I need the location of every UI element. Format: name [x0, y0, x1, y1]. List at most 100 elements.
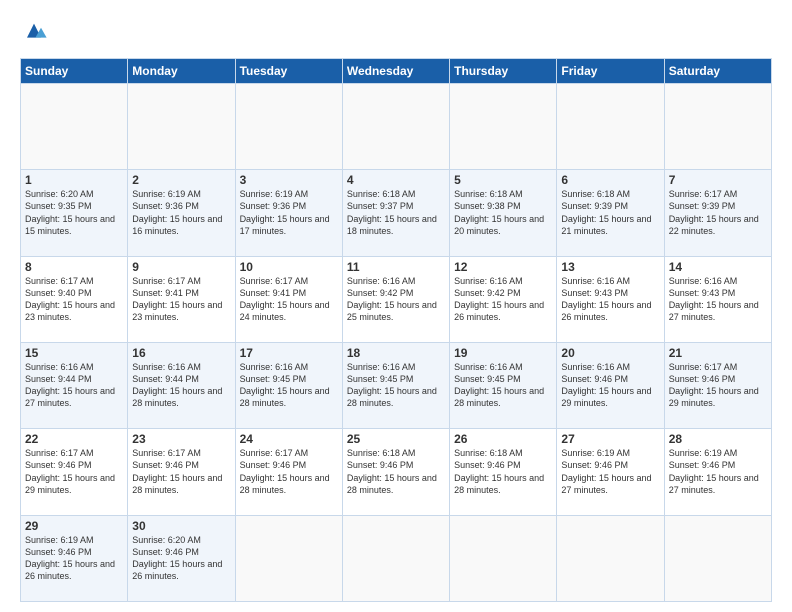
- calendar-cell: 18 Sunrise: 6:16 AMSunset: 9:45 PMDayligh…: [342, 342, 449, 428]
- cell-info: Sunrise: 6:17 AMSunset: 9:46 PMDaylight:…: [669, 362, 759, 408]
- calendar-cell: 20 Sunrise: 6:16 AMSunset: 9:46 PMDayligh…: [557, 342, 664, 428]
- calendar-cell: 22 Sunrise: 6:17 AMSunset: 9:46 PMDayligh…: [21, 429, 128, 515]
- calendar-week-row: [21, 84, 772, 170]
- day-number: 15: [25, 346, 123, 360]
- day-number: 12: [454, 260, 552, 274]
- calendar-cell: [342, 84, 449, 170]
- day-number: 11: [347, 260, 445, 274]
- calendar-cell: 13Sunrise: 6:16 AMSunset: 9:43 PMDayligh…: [557, 256, 664, 342]
- cell-info: Sunrise: 6:19 AMSunset: 9:46 PMDaylight:…: [561, 448, 651, 494]
- day-number: 27: [561, 432, 659, 446]
- calendar-cell: 1 Sunrise: 6:20 AMSunset: 9:35 PMDaylight…: [21, 170, 128, 256]
- day-number: 16: [132, 346, 230, 360]
- cell-info: Sunrise: 6:16 AMSunset: 9:45 PMDaylight:…: [347, 362, 437, 408]
- cell-info: Sunrise: 6:20 AMSunset: 9:35 PMDaylight:…: [25, 189, 115, 235]
- calendar-header-row: SundayMondayTuesdayWednesdayThursdayFrid…: [21, 59, 772, 84]
- cell-info: Sunrise: 6:16 AMSunset: 9:46 PMDaylight:…: [561, 362, 651, 408]
- cell-info: Sunrise: 6:18 AMSunset: 9:38 PMDaylight:…: [454, 189, 544, 235]
- day-number: 24: [240, 432, 338, 446]
- calendar-cell: 3 Sunrise: 6:19 AMSunset: 9:36 PMDaylight…: [235, 170, 342, 256]
- calendar-cell: [557, 84, 664, 170]
- calendar-cell: 17 Sunrise: 6:16 AMSunset: 9:45 PMDayligh…: [235, 342, 342, 428]
- calendar-cell: 27 Sunrise: 6:19 AMSunset: 9:46 PMDayligh…: [557, 429, 664, 515]
- day-number: 23: [132, 432, 230, 446]
- cell-info: Sunrise: 6:20 AMSunset: 9:46 PMDaylight:…: [132, 535, 222, 581]
- cell-info: Sunrise: 6:16 AMSunset: 9:42 PMDaylight:…: [347, 276, 437, 322]
- day-number: 2: [132, 173, 230, 187]
- day-number: 29: [25, 519, 123, 533]
- calendar-week-row: 22 Sunrise: 6:17 AMSunset: 9:46 PMDayligh…: [21, 429, 772, 515]
- cell-info: Sunrise: 6:17 AMSunset: 9:46 PMDaylight:…: [132, 448, 222, 494]
- calendar-cell: [450, 84, 557, 170]
- calendar-week-row: 8Sunrise: 6:17 AMSunset: 9:40 PMDaylight…: [21, 256, 772, 342]
- day-number: 18: [347, 346, 445, 360]
- col-header-monday: Monday: [128, 59, 235, 84]
- cell-info: Sunrise: 6:18 AMSunset: 9:37 PMDaylight:…: [347, 189, 437, 235]
- cell-info: Sunrise: 6:17 AMSunset: 9:46 PMDaylight:…: [240, 448, 330, 494]
- calendar-cell: 6Sunrise: 6:18 AMSunset: 9:39 PMDaylight…: [557, 170, 664, 256]
- calendar-cell: [450, 515, 557, 601]
- col-header-thursday: Thursday: [450, 59, 557, 84]
- calendar-cell: 5Sunrise: 6:18 AMSunset: 9:38 PMDaylight…: [450, 170, 557, 256]
- day-number: 14: [669, 260, 767, 274]
- cell-info: Sunrise: 6:17 AMSunset: 9:40 PMDaylight:…: [25, 276, 115, 322]
- day-number: 3: [240, 173, 338, 187]
- day-number: 4: [347, 173, 445, 187]
- calendar-cell: [128, 84, 235, 170]
- day-number: 9: [132, 260, 230, 274]
- cell-info: Sunrise: 6:17 AMSunset: 9:39 PMDaylight:…: [669, 189, 759, 235]
- calendar-cell: 12Sunrise: 6:16 AMSunset: 9:42 PMDayligh…: [450, 256, 557, 342]
- calendar-cell: 21 Sunrise: 6:17 AMSunset: 9:46 PMDayligh…: [664, 342, 771, 428]
- day-number: 1: [25, 173, 123, 187]
- col-header-sunday: Sunday: [21, 59, 128, 84]
- cell-info: Sunrise: 6:18 AMSunset: 9:39 PMDaylight:…: [561, 189, 651, 235]
- calendar-cell: [664, 515, 771, 601]
- calendar-page: SundayMondayTuesdayWednesdayThursdayFrid…: [0, 0, 792, 612]
- calendar-cell: 23 Sunrise: 6:17 AMSunset: 9:46 PMDayligh…: [128, 429, 235, 515]
- cell-info: Sunrise: 6:17 AMSunset: 9:41 PMDaylight:…: [132, 276, 222, 322]
- calendar-cell: 28Sunrise: 6:19 AMSunset: 9:46 PMDayligh…: [664, 429, 771, 515]
- calendar-week-row: 15 Sunrise: 6:16 AMSunset: 9:44 PMDayligh…: [21, 342, 772, 428]
- calendar-cell: 8Sunrise: 6:17 AMSunset: 9:40 PMDaylight…: [21, 256, 128, 342]
- cell-info: Sunrise: 6:16 AMSunset: 9:44 PMDaylight:…: [25, 362, 115, 408]
- calendar-cell: 2 Sunrise: 6:19 AMSunset: 9:36 PMDaylight…: [128, 170, 235, 256]
- calendar-cell: 29 Sunrise: 6:19 AMSunset: 9:46 PMDayligh…: [21, 515, 128, 601]
- day-number: 25: [347, 432, 445, 446]
- calendar-cell: 14Sunrise: 6:16 AMSunset: 9:43 PMDayligh…: [664, 256, 771, 342]
- day-number: 17: [240, 346, 338, 360]
- day-number: 10: [240, 260, 338, 274]
- cell-info: Sunrise: 6:19 AMSunset: 9:46 PMDaylight:…: [25, 535, 115, 581]
- logo-icon: [20, 18, 48, 46]
- calendar-cell: 15 Sunrise: 6:16 AMSunset: 9:44 PMDayligh…: [21, 342, 128, 428]
- calendar-table: SundayMondayTuesdayWednesdayThursdayFrid…: [20, 58, 772, 602]
- calendar-cell: 4 Sunrise: 6:18 AMSunset: 9:37 PMDaylight…: [342, 170, 449, 256]
- calendar-cell: 25Sunrise: 6:18 AMSunset: 9:46 PMDayligh…: [342, 429, 449, 515]
- calendar-cell: [235, 84, 342, 170]
- cell-info: Sunrise: 6:19 AMSunset: 9:36 PMDaylight:…: [132, 189, 222, 235]
- day-number: 19: [454, 346, 552, 360]
- calendar-cell: [342, 515, 449, 601]
- calendar-cell: [235, 515, 342, 601]
- day-number: 21: [669, 346, 767, 360]
- calendar-cell: 26Sunrise: 6:18 AMSunset: 9:46 PMDayligh…: [450, 429, 557, 515]
- col-header-saturday: Saturday: [664, 59, 771, 84]
- day-number: 26: [454, 432, 552, 446]
- day-number: 30: [132, 519, 230, 533]
- col-header-wednesday: Wednesday: [342, 59, 449, 84]
- calendar-cell: 11 Sunrise: 6:16 AMSunset: 9:42 PMDayligh…: [342, 256, 449, 342]
- cell-info: Sunrise: 6:16 AMSunset: 9:43 PMDaylight:…: [561, 276, 651, 322]
- calendar-week-row: 29 Sunrise: 6:19 AMSunset: 9:46 PMDayligh…: [21, 515, 772, 601]
- day-number: 22: [25, 432, 123, 446]
- calendar-cell: 9 Sunrise: 6:17 AMSunset: 9:41 PMDaylight…: [128, 256, 235, 342]
- calendar-cell: 24 Sunrise: 6:17 AMSunset: 9:46 PMDayligh…: [235, 429, 342, 515]
- calendar-cell: 10Sunrise: 6:17 AMSunset: 9:41 PMDayligh…: [235, 256, 342, 342]
- cell-info: Sunrise: 6:17 AMSunset: 9:46 PMDaylight:…: [25, 448, 115, 494]
- day-number: 28: [669, 432, 767, 446]
- calendar-cell: 16Sunrise: 6:16 AMSunset: 9:44 PMDayligh…: [128, 342, 235, 428]
- cell-info: Sunrise: 6:19 AMSunset: 9:36 PMDaylight:…: [240, 189, 330, 235]
- calendar-cell: 30 Sunrise: 6:20 AMSunset: 9:46 PMDayligh…: [128, 515, 235, 601]
- cell-info: Sunrise: 6:16 AMSunset: 9:45 PMDaylight:…: [240, 362, 330, 408]
- header: [20, 18, 772, 46]
- calendar-cell: [664, 84, 771, 170]
- day-number: 20: [561, 346, 659, 360]
